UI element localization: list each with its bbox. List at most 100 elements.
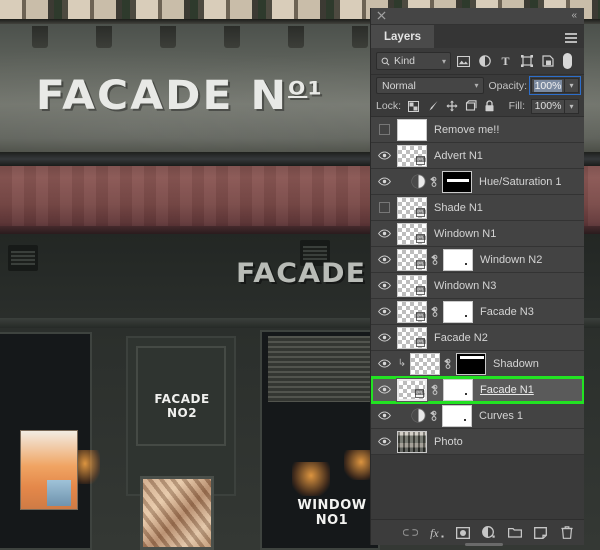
- layer-name[interactable]: Facade N3: [480, 306, 534, 318]
- close-icon[interactable]: [377, 11, 386, 20]
- layer-visibility-eye-icon[interactable]: [371, 333, 397, 342]
- layer-list[interactable]: Remove me!! ⌨ Advert N1 Hue/Saturation 1 ⌨ Sh…: [371, 117, 584, 519]
- photo-clip: [288, 26, 304, 48]
- layer-row[interactable]: ⌨ Facade N1: [371, 376, 584, 404]
- opacity-control[interactable]: 100% ▾: [529, 76, 581, 95]
- layer-row[interactable]: Remove me!!: [371, 117, 584, 143]
- lock-image-pixels-icon[interactable]: [426, 100, 439, 113]
- layer-row[interactable]: ↳ Shadown: [371, 351, 584, 377]
- layer-row[interactable]: ⌨ Advert N1: [371, 143, 584, 169]
- layer-visibility-eye-icon[interactable]: [371, 177, 397, 186]
- layer-name[interactable]: Photo: [434, 436, 463, 448]
- layer-mask-thumbnail[interactable]: [442, 404, 472, 427]
- layer-row[interactable]: ⌨ Windown N3: [371, 273, 584, 299]
- mask-link-icon[interactable]: [430, 306, 440, 318]
- new-layer-button[interactable]: [533, 525, 548, 540]
- layer-mask-thumbnail[interactable]: [443, 300, 473, 323]
- filter-smartobject-icon[interactable]: [539, 53, 556, 70]
- layer-name[interactable]: Windown N2: [480, 254, 542, 266]
- layer-mask-thumbnail[interactable]: [456, 352, 486, 375]
- new-adjustment-layer-button[interactable]: [481, 525, 496, 540]
- layer-name[interactable]: Shadown: [493, 358, 539, 370]
- filter-enable-toggle[interactable]: [563, 53, 572, 69]
- layer-row[interactable]: ⌨ Windown N2: [371, 247, 584, 273]
- layer-thumbnail[interactable]: ⌨: [396, 377, 428, 402]
- layer-visibility-eye-icon[interactable]: [371, 437, 397, 446]
- layer-name[interactable]: Facade N2: [434, 332, 488, 344]
- filter-pixel-icon[interactable]: [455, 53, 472, 70]
- layer-thumbnail[interactable]: ⌨: [397, 300, 427, 323]
- add-layer-mask-button[interactable]: [455, 525, 470, 540]
- lock-transparent-pixels-icon[interactable]: [407, 100, 420, 113]
- layer-row[interactable]: Hue/Saturation 1: [371, 169, 584, 195]
- fill-stepper[interactable]: ▾: [565, 98, 579, 114]
- layer-row[interactable]: ⌨ Facade N3: [371, 299, 584, 325]
- horizontal-scrollbar[interactable]: [464, 543, 503, 546]
- new-group-button[interactable]: [507, 525, 522, 540]
- layer-mask-thumbnail[interactable]: [443, 248, 473, 271]
- blend-mode-select[interactable]: Normal ▾: [376, 77, 485, 94]
- layer-visibility-off-icon[interactable]: [371, 202, 397, 213]
- layer-thumbnail[interactable]: ⌨: [397, 326, 427, 349]
- layer-style-button[interactable]: fx: [429, 525, 444, 540]
- filter-type-icon[interactable]: T: [497, 53, 514, 70]
- layer-row[interactable]: Curves 1: [371, 403, 584, 429]
- layer-visibility-off-icon[interactable]: [371, 124, 397, 135]
- filter-adjustment-icon[interactable]: [476, 53, 493, 70]
- panel-menu-icon[interactable]: [565, 33, 577, 43]
- opacity-input[interactable]: 100%: [531, 78, 565, 93]
- layer-name[interactable]: Curves 1: [479, 410, 523, 422]
- layer-name[interactable]: Windown N1: [434, 228, 496, 240]
- layer-row[interactable]: ⌨ Facade N2: [371, 325, 584, 351]
- layer-thumbnail[interactable]: [410, 408, 426, 424]
- layer-name[interactable]: Remove me!!: [434, 124, 499, 136]
- layer-row[interactable]: ⌨ Shade N1: [371, 195, 584, 221]
- lock-all-icon[interactable]: [483, 100, 496, 113]
- smart-object-badge-icon: ⌨: [415, 337, 426, 347]
- layer-visibility-eye-icon[interactable]: [371, 255, 397, 264]
- mask-link-icon[interactable]: [430, 254, 440, 266]
- delete-layer-button[interactable]: [559, 525, 574, 540]
- layer-name[interactable]: Shade N1: [434, 202, 483, 214]
- lock-position-icon[interactable]: [445, 100, 458, 113]
- filter-kind-select[interactable]: Kind ▾: [376, 52, 451, 70]
- layer-visibility-eye-icon[interactable]: [371, 229, 397, 238]
- mask-link-icon[interactable]: [443, 358, 453, 370]
- layer-thumbnail[interactable]: [397, 118, 427, 141]
- layer-name[interactable]: Facade N1: [480, 384, 534, 396]
- photo-clip: [224, 26, 240, 48]
- layer-mask-thumbnail[interactable]: [443, 378, 473, 401]
- layer-thumbnail[interactable]: ⌨: [397, 274, 427, 297]
- layer-thumbnail[interactable]: [410, 174, 426, 190]
- mask-link-icon[interactable]: [429, 176, 439, 188]
- link-layers-button[interactable]: [403, 525, 418, 540]
- layer-thumbnail[interactable]: [410, 352, 440, 375]
- mask-link-icon[interactable]: [429, 410, 439, 422]
- layer-thumbnail[interactable]: ⌨: [397, 248, 427, 271]
- layer-visibility-eye-icon[interactable]: [371, 359, 397, 368]
- layer-name[interactable]: Windown N3: [434, 280, 496, 292]
- fill-input[interactable]: 100%: [531, 98, 565, 114]
- layer-thumbnail[interactable]: ⌨: [397, 222, 427, 245]
- layer-mask-thumbnail[interactable]: [442, 170, 472, 193]
- layer-thumbnail[interactable]: ⌨: [397, 144, 427, 167]
- layer-name[interactable]: Hue/Saturation 1: [479, 176, 562, 188]
- layer-thumbnail[interactable]: [397, 430, 427, 453]
- collapse-panel-icon[interactable]: «: [571, 11, 577, 21]
- tab-layers[interactable]: Layers: [371, 25, 435, 48]
- panel-title-bar: «: [371, 8, 584, 25]
- layer-visibility-eye-icon[interactable]: [371, 281, 397, 290]
- layer-visibility-eye-icon[interactable]: [371, 411, 397, 420]
- layer-visibility-eye-icon[interactable]: [371, 385, 397, 394]
- layer-visibility-eye-icon[interactable]: [371, 151, 397, 160]
- layer-name[interactable]: Advert N1: [434, 150, 483, 162]
- mask-link-icon[interactable]: [430, 384, 440, 396]
- screen: FACADE NO1 FACADE N FACADE NO2 WINDOW NO…: [0, 0, 600, 550]
- filter-shape-icon[interactable]: [518, 53, 535, 70]
- opacity-stepper[interactable]: ▾: [565, 78, 579, 93]
- lock-artboard-nesting-icon[interactable]: [464, 100, 477, 113]
- layer-row[interactable]: ⌨ Windown N1: [371, 221, 584, 247]
- layer-thumbnail[interactable]: ⌨: [397, 196, 427, 219]
- layer-row[interactable]: Photo: [371, 429, 584, 455]
- layer-visibility-eye-icon[interactable]: [371, 307, 397, 316]
